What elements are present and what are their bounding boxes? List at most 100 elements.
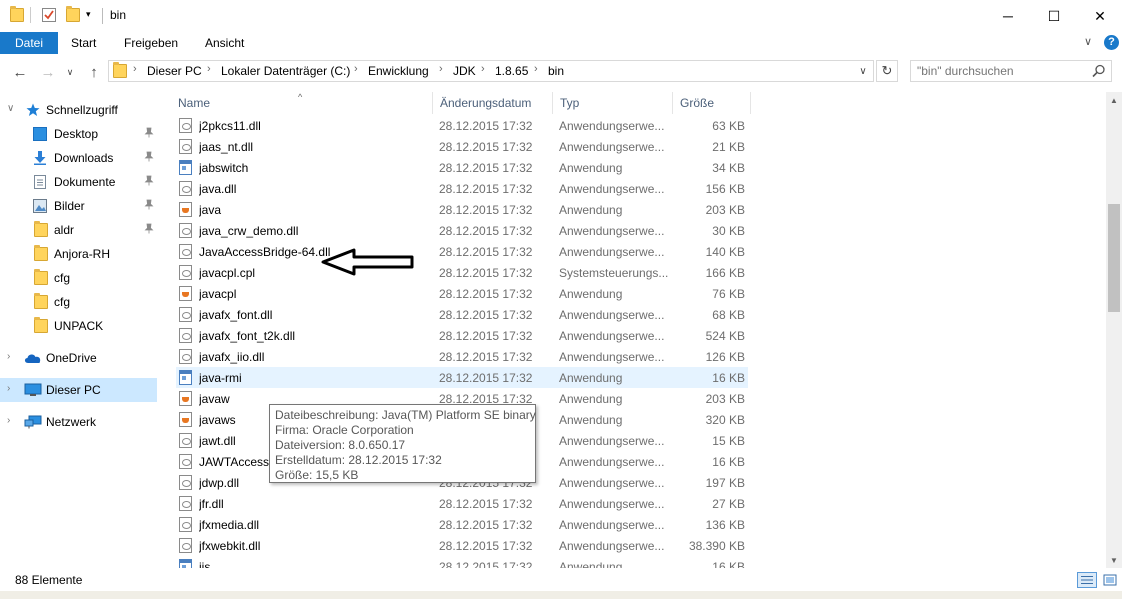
pin-icon[interactable] <box>144 127 154 141</box>
scroll-up-button[interactable]: ▲ <box>1106 92 1122 108</box>
crumb-separator[interactable]: › <box>133 63 137 75</box>
pin-icon[interactable] <box>144 223 154 237</box>
file-row[interactable]: java 28.12.2015 17:32 Anwendung 203 KB <box>176 199 748 220</box>
file-name: javafx_iio.dll <box>199 350 265 364</box>
file-name: javafx_font_t2k.dll <box>199 329 296 343</box>
nav-item-unpack[interactable]: UNPACK <box>0 314 157 338</box>
nav-network[interactable]: › Netzwerk <box>0 410 157 434</box>
file-row[interactable]: java-rmi 28.12.2015 17:32 Anwendung 16 KB <box>176 367 748 388</box>
large-icons-view-button[interactable] <box>1100 572 1120 588</box>
crumb-version[interactable]: 1.8.65 <box>495 64 528 78</box>
file-size: 34 KB <box>712 161 745 175</box>
folder-icon[interactable] <box>10 6 24 22</box>
file-type: Anwendungserwe... <box>559 308 665 322</box>
tab-freigeben[interactable]: Freigeben <box>110 32 192 54</box>
new-folder-icon[interactable] <box>66 6 80 22</box>
tab-datei[interactable]: Datei <box>0 32 59 54</box>
search-box[interactable] <box>910 60 1112 82</box>
pin-icon[interactable] <box>144 151 154 165</box>
forward-button[interactable]: → <box>38 62 58 82</box>
nav-item-downloads[interactable]: Downloads <box>0 146 157 170</box>
file-row[interactable]: JavaAccessBridge-64.dll 28.12.2015 17:32 A… <box>176 241 748 262</box>
java-icon <box>179 202 192 217</box>
file-name: j2pkcs11.dll <box>199 119 261 133</box>
expand-chevron-icon[interactable]: › <box>7 383 10 394</box>
nav-label: Schnellzugriff <box>46 103 118 117</box>
address-bar[interactable]: › Dieser PC › Lokaler Datenträger (C:) ›… <box>108 60 874 82</box>
search-input[interactable] <box>917 64 1087 78</box>
search-icon[interactable] <box>1092 64 1106 81</box>
details-view-button[interactable] <box>1077 572 1097 588</box>
folder-icon <box>34 269 48 285</box>
properties-icon[interactable] <box>42 8 56 22</box>
file-row[interactable]: javafx_iio.dll 28.12.2015 17:32 Anwendungs… <box>176 346 748 367</box>
close-button[interactable]: ✕ <box>1077 0 1122 32</box>
refresh-button[interactable]: ↻ <box>876 60 898 82</box>
crumb-separator[interactable]: › <box>439 63 443 75</box>
tab-ansicht[interactable]: Ansicht <box>191 32 258 54</box>
column-divider[interactable] <box>750 92 751 114</box>
expand-chevron-icon[interactable]: › <box>7 351 10 362</box>
column-date[interactable]: Änderungsdatum <box>432 92 552 114</box>
file-row[interactable]: javacpl.cpl 28.12.2015 17:32 Systemsteueru… <box>176 262 748 283</box>
column-size[interactable]: Größe <box>672 92 750 114</box>
file-row[interactable]: javafx_font.dll 28.12.2015 17:32 Anwendung… <box>176 304 748 325</box>
file-name: java <box>199 203 222 217</box>
up-button[interactable]: ↑ <box>84 62 104 82</box>
file-row[interactable]: jjs 28.12.2015 17:32 Anwendung 16 KB <box>176 556 748 568</box>
nav-label: Anjora-RH <box>54 247 111 261</box>
tab-start[interactable]: Start <box>57 32 110 54</box>
nav-item-desktop[interactable]: Desktop <box>0 122 157 146</box>
crumb-separator[interactable]: › <box>207 63 211 75</box>
quick-access-divider <box>30 7 31 23</box>
crumb-separator[interactable]: › <box>534 63 538 75</box>
scroll-thumb[interactable] <box>1108 204 1120 312</box>
nav-quick-access[interactable]: ∨ Schnellzugriff <box>0 98 157 122</box>
file-row[interactable]: javafx_font_t2k.dll 28.12.2015 17:32 Anwen… <box>176 325 748 346</box>
file-row[interactable]: java_crw_demo.dll 28.12.2015 17:32 Anwendu… <box>176 220 748 241</box>
expand-chevron-icon[interactable]: › <box>7 415 10 426</box>
recent-locations-button[interactable]: ∨ <box>60 62 80 82</box>
nav-item-cfg[interactable]: cfg <box>0 266 157 290</box>
file-row[interactable]: javacpl 28.12.2015 17:32 Anwendung 76 KB <box>176 283 748 304</box>
nav-item-aldr[interactable]: aldr <box>0 218 157 242</box>
file-size: 16 KB <box>712 455 745 469</box>
crumb-enwicklung[interactable]: Enwicklung <box>368 64 429 78</box>
sort-ascending-icon: ^ <box>298 92 303 102</box>
nav-this-pc[interactable]: › Dieser PC <box>0 378 157 402</box>
tooltip-created: Erstelldatum: 28.12.2015 17:32 <box>275 453 442 467</box>
minimize-button[interactable]: ─ <box>985 0 1031 32</box>
file-row[interactable]: java.dll 28.12.2015 17:32 Anwendungserwe..… <box>176 178 748 199</box>
expand-chevron-icon[interactable]: ∨ <box>7 103 14 114</box>
nav-onedrive[interactable]: › OneDrive <box>0 346 157 370</box>
help-icon[interactable]: ? <box>1104 35 1119 50</box>
file-row[interactable]: jaas_nt.dll 28.12.2015 17:32 Anwendungserw… <box>176 136 748 157</box>
folder-icon <box>34 245 48 261</box>
vertical-scrollbar[interactable]: ▲ ▼ <box>1106 92 1122 568</box>
ribbon-expand-icon[interactable]: ∨ <box>1084 35 1092 48</box>
file-row[interactable]: jfxwebkit.dll 28.12.2015 17:32 Anwendungse… <box>176 535 748 556</box>
file-row[interactable]: jfxmedia.dll 28.12.2015 17:32 Anwendungser… <box>176 514 748 535</box>
column-type[interactable]: Typ <box>552 92 672 114</box>
crumb-bin[interactable]: bin <box>548 64 564 78</box>
pin-icon[interactable] <box>144 175 154 189</box>
column-name[interactable]: Name ^ <box>170 92 432 114</box>
crumb-jdk[interactable]: JDK <box>453 64 476 78</box>
crumb-laufwerk-c[interactable]: Lokaler Datenträger (C:) <box>221 64 350 78</box>
crumb-separator[interactable]: › <box>481 63 485 75</box>
customize-toolbar-icon[interactable]: ▾ <box>86 9 91 20</box>
nav-item-dokumente[interactable]: Dokumente <box>0 170 157 194</box>
nav-item-bilder[interactable]: Bilder <box>0 194 157 218</box>
pin-icon[interactable] <box>144 199 154 213</box>
file-row[interactable]: jfr.dll 28.12.2015 17:32 Anwendungserwe...… <box>176 493 748 514</box>
file-row[interactable]: jabswitch 28.12.2015 17:32 Anwendung 34 KB <box>176 157 748 178</box>
crumb-separator[interactable]: › <box>354 63 358 75</box>
maximize-button[interactable]: ☐ <box>1031 0 1077 32</box>
address-dropdown-button[interactable]: ∨ <box>853 61 873 81</box>
nav-item-anjora-rh[interactable]: Anjora-RH <box>0 242 157 266</box>
file-row[interactable]: j2pkcs11.dll 28.12.2015 17:32 Anwendungser… <box>176 115 748 136</box>
nav-item-cfg[interactable]: cfg <box>0 290 157 314</box>
back-button[interactable]: ← <box>10 62 30 82</box>
crumb-dieser-pc[interactable]: Dieser PC <box>147 64 202 78</box>
scroll-down-button[interactable]: ▼ <box>1106 552 1122 568</box>
